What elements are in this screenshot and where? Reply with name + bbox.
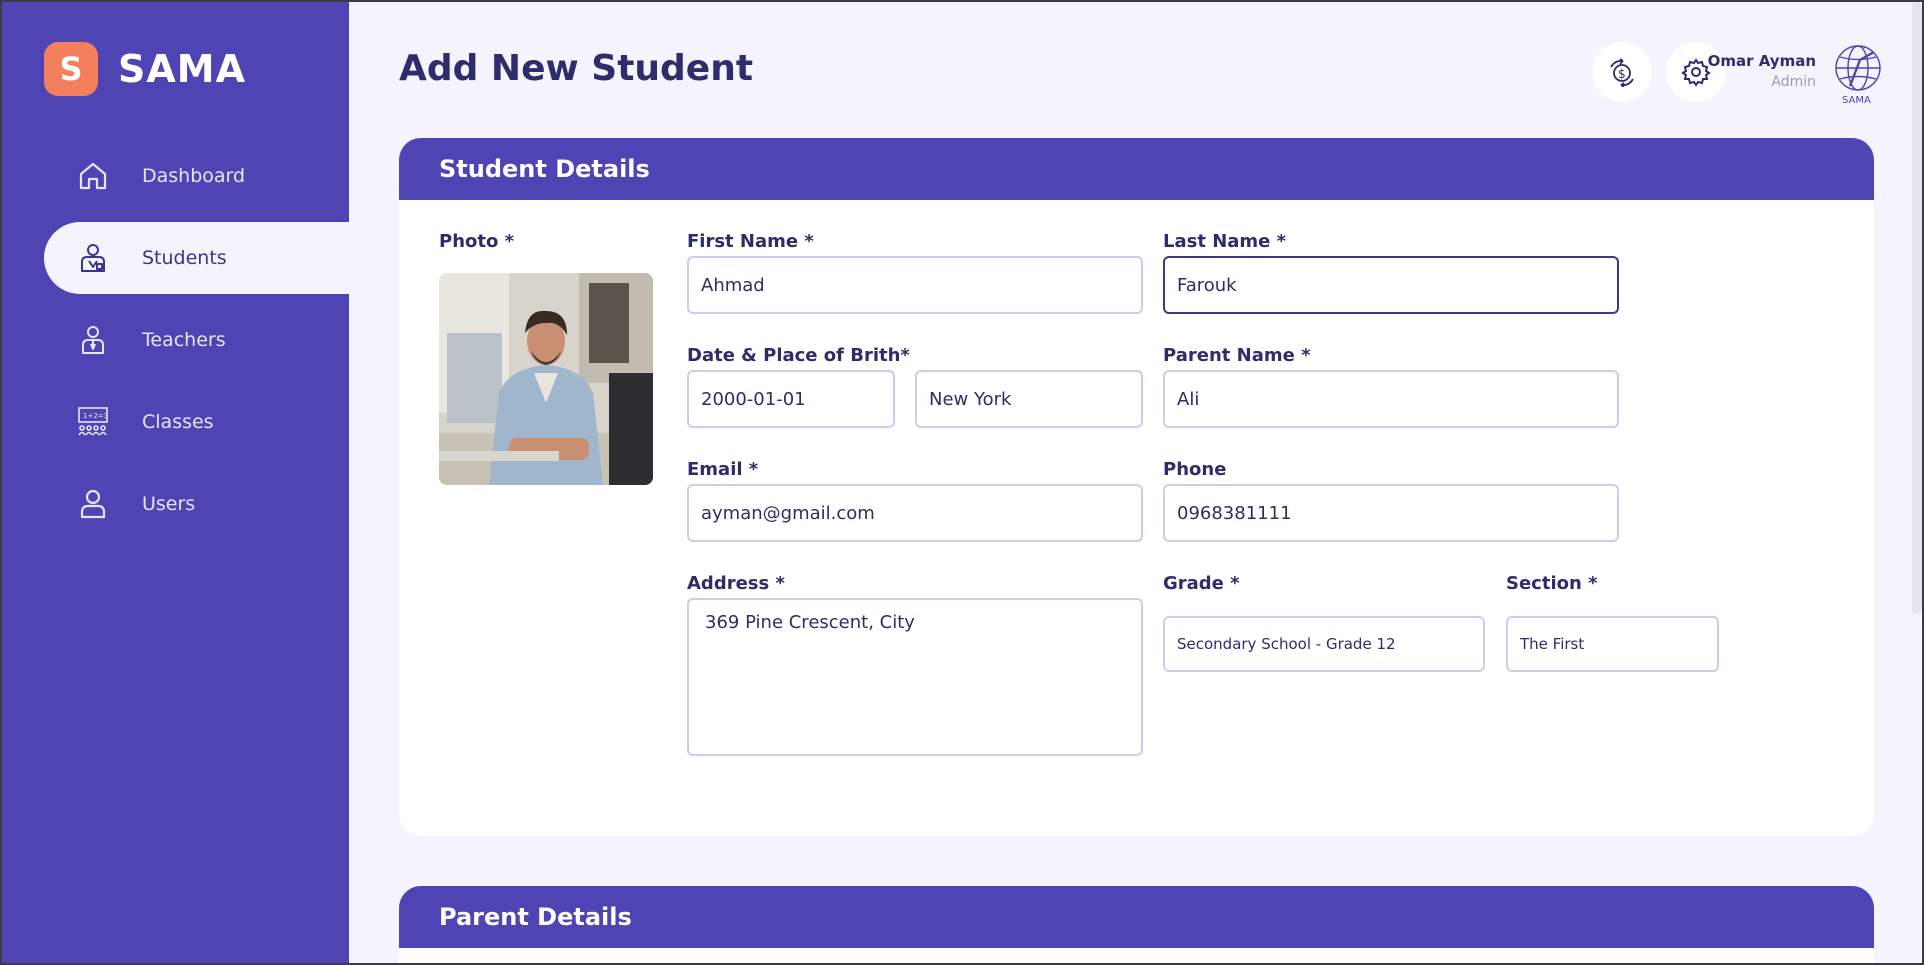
- page-title: Add New Student: [399, 48, 754, 89]
- address-textarea[interactable]: 369 Pine Crescent, City: [687, 598, 1143, 756]
- globe-logo-icon: SAMA: [1835, 45, 1881, 106]
- logo-badge: S: [44, 42, 98, 96]
- sidebar-item-label: Teachers: [142, 329, 226, 351]
- student-icon: [76, 241, 110, 275]
- app-window: S SAMA Dashboard Students Teachers 1+2=3…: [0, 0, 1924, 965]
- sidebar-item-label: Dashboard: [142, 165, 246, 187]
- parent-name-label: Parent Name *: [1163, 345, 1311, 366]
- svg-text:1+2=3: 1+2=3: [83, 412, 108, 420]
- birth-date-input[interactable]: [687, 370, 895, 428]
- sidebar-item-students[interactable]: Students: [44, 222, 349, 294]
- parent-details-header: Parent Details: [399, 886, 1874, 948]
- sidebar-item-teachers[interactable]: Teachers: [44, 304, 349, 376]
- sidebar-item-dashboard[interactable]: Dashboard: [44, 140, 349, 212]
- parent-name-input[interactable]: [1163, 370, 1619, 428]
- sidebar-item-users[interactable]: Users: [44, 468, 349, 540]
- section-label: Section *: [1506, 573, 1598, 594]
- user-info[interactable]: Omar Ayman Admin: [1708, 52, 1816, 90]
- app-logo[interactable]: S SAMA: [44, 42, 246, 96]
- photo-label: Photo *: [439, 231, 515, 252]
- parent-details-card: Parent Details: [399, 886, 1874, 963]
- user-icon: [76, 487, 110, 521]
- vertical-scrollbar[interactable]: [1912, 2, 1922, 614]
- section-select[interactable]: [1506, 616, 1719, 672]
- home-icon: [76, 159, 110, 193]
- first-name-label: First Name *: [687, 231, 814, 252]
- address-label: Address *: [687, 573, 785, 594]
- main-content: Add New Student $ Omar Ayman Admin SAMA …: [349, 2, 1922, 963]
- sidebar-item-label: Students: [142, 247, 227, 269]
- email-input[interactable]: [687, 484, 1143, 542]
- sidebar-item-label: Classes: [142, 411, 214, 433]
- student-photo-image: [439, 273, 653, 485]
- app-name: SAMA: [118, 47, 247, 91]
- teacher-icon: [76, 323, 110, 357]
- user-avatar[interactable]: SAMA: [1830, 42, 1886, 106]
- birth-place-input[interactable]: [915, 370, 1143, 428]
- student-photo[interactable]: [439, 273, 653, 485]
- sidebar: S SAMA Dashboard Students Teachers 1+2=3…: [2, 2, 349, 963]
- svg-text:$: $: [1618, 67, 1626, 81]
- gear-icon: [1681, 58, 1711, 87]
- user-name: Omar Ayman: [1707, 52, 1816, 70]
- grade-label: Grade *: [1163, 573, 1240, 594]
- email-label: Email *: [687, 459, 759, 480]
- student-details-header: Student Details: [399, 138, 1874, 200]
- user-role: Admin: [1771, 74, 1816, 90]
- first-name-input[interactable]: [687, 256, 1143, 314]
- student-details-card: Student Details Photo * First Name * Ahm…: [399, 138, 1874, 836]
- sidebar-item-classes[interactable]: 1+2=3 Classes: [44, 386, 349, 458]
- last-name-label: Last Name *: [1163, 231, 1287, 252]
- last-name-input[interactable]: [1163, 256, 1619, 314]
- svg-text:SAMA: SAMA: [1842, 95, 1871, 106]
- classroom-icon: 1+2=3: [76, 405, 110, 439]
- phone-label: Phone: [1163, 459, 1227, 480]
- sidebar-item-label: Users: [142, 493, 196, 515]
- phone-input[interactable]: [1163, 484, 1619, 542]
- currency-exchange-button[interactable]: $: [1592, 42, 1652, 102]
- birth-label: Date & Place of Brith*: [687, 345, 910, 366]
- grade-select[interactable]: [1163, 616, 1485, 672]
- sidebar-nav: Dashboard Students Teachers 1+2=3 Classe…: [44, 140, 349, 550]
- currency-exchange-icon: $: [1610, 58, 1634, 87]
- header-actions: $: [1578, 42, 1726, 102]
